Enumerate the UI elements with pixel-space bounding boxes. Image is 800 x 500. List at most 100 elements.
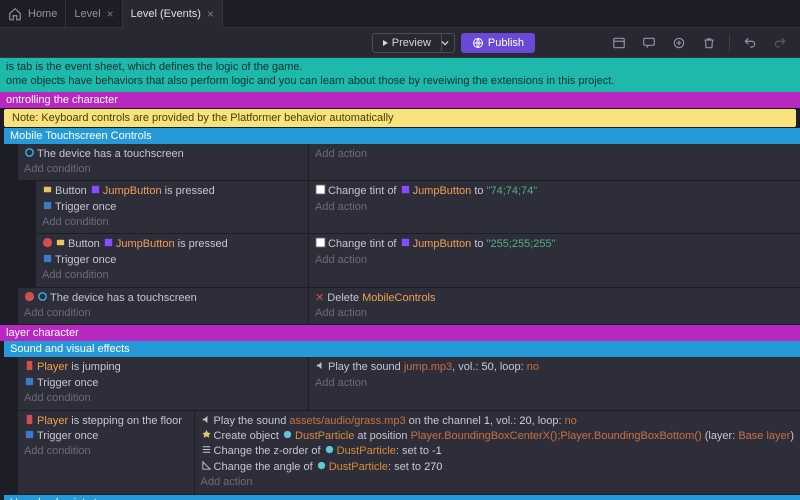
conditions: The device has a touchscreen Add conditi…: [18, 288, 308, 325]
z-icon: [201, 444, 212, 455]
play-icon: [383, 40, 388, 46]
action[interactable]: ✕ Delete MobileControls: [315, 291, 794, 306]
event-row[interactable]: Button JumpButton is pressed Trigger onc…: [36, 234, 800, 286]
condition[interactable]: Player is stepping on the floor: [24, 414, 188, 429]
globe-icon: [472, 37, 484, 49]
tab-level[interactable]: Level ×: [66, 0, 122, 28]
tab-level-events[interactable]: Level (Events) ×: [123, 0, 223, 28]
group-header[interactable]: layer character: [0, 325, 800, 341]
close-icon[interactable]: ×: [207, 7, 214, 21]
event-row[interactable]: Button JumpButton is pressed Trigger onc…: [36, 181, 800, 233]
preview-caret[interactable]: [436, 33, 455, 53]
add-action[interactable]: Add action: [315, 200, 794, 215]
add-action[interactable]: Add action: [315, 376, 794, 391]
sound-icon: [315, 360, 326, 371]
actions: Play the sound assets/audio/grass.mp3 on…: [194, 411, 800, 494]
actions: Play the sound jump.mp3, vol.: 50, loop:…: [308, 357, 800, 409]
undo-icon[interactable]: [738, 34, 762, 52]
tab-home[interactable]: Home: [0, 0, 66, 28]
comment-icon[interactable]: [637, 34, 661, 52]
redo-icon[interactable]: [768, 34, 792, 52]
sprite-icon: [103, 237, 114, 248]
invert-icon: [42, 237, 53, 248]
delete-icon[interactable]: [697, 34, 721, 52]
sprite-icon: [90, 184, 101, 195]
tab-label: Level (Events): [131, 8, 201, 20]
add-action[interactable]: Add action: [315, 253, 794, 268]
separator: [729, 34, 730, 52]
action[interactable]: Change tint of JumpButton to "255;255;25…: [315, 237, 794, 252]
trigger-icon: [42, 253, 53, 264]
conditions: Button JumpButton is pressed Trigger onc…: [36, 234, 308, 286]
add-action[interactable]: Add action: [201, 475, 794, 490]
tab-label: Level: [74, 8, 100, 20]
condition[interactable]: The device has a touchscreen: [24, 147, 302, 162]
trigger-icon: [42, 200, 53, 211]
event-sheet: is tab is the event sheet, which defines…: [0, 58, 800, 500]
condition[interactable]: Player is jumping: [24, 360, 302, 375]
action[interactable]: Change tint of JumpButton to "74;74;74": [315, 184, 794, 199]
add-condition[interactable]: Add condition: [24, 162, 302, 177]
action[interactable]: Change the z-order of DustParticle: set …: [201, 444, 794, 459]
condition[interactable]: Trigger once: [24, 376, 302, 391]
intro-line: is tab is the event sheet, which defines…: [6, 61, 794, 75]
group-header[interactable]: ontrolling the character: [0, 92, 800, 108]
sound-icon: [201, 414, 212, 425]
condition[interactable]: Button JumpButton is pressed: [42, 237, 302, 252]
angle-icon: [201, 460, 212, 471]
conditions: Player is stepping on the floor Trigger …: [18, 411, 194, 494]
condition[interactable]: The device has a touchscreen: [24, 291, 302, 306]
add-action[interactable]: Add action: [315, 147, 794, 162]
add-condition[interactable]: Add condition: [42, 268, 302, 283]
add-icon[interactable]: [667, 34, 691, 52]
add-condition[interactable]: Add condition: [42, 215, 302, 230]
conditions: Player is jumping Trigger once Add condi…: [18, 357, 308, 409]
publish-button[interactable]: Publish: [461, 33, 535, 53]
conditions: Button JumpButton is pressed Trigger onc…: [36, 181, 308, 233]
action[interactable]: Create object DustParticle at position P…: [201, 429, 794, 444]
button-label: Publish: [488, 37, 524, 49]
event-row[interactable]: Player is stepping on the floor Trigger …: [18, 411, 800, 494]
home-icon: [8, 7, 22, 21]
button-label: Preview: [392, 37, 431, 49]
touch-icon: [37, 291, 48, 302]
invert-icon: [24, 291, 35, 302]
intro-line: ome objects have behaviors that also per…: [6, 75, 794, 89]
section-header[interactable]: Sound and visual effects: [4, 341, 800, 357]
section-header[interactable]: Use checkpoints to save progress: [4, 495, 800, 500]
dust-icon: [316, 460, 327, 471]
preview-button[interactable]: Preview: [372, 33, 442, 53]
event-row[interactable]: The device has a touchscreen Add conditi…: [18, 288, 800, 325]
action[interactable]: Change the angle of DustParticle: set to…: [201, 460, 794, 475]
tint-icon: [315, 237, 326, 248]
player-icon: [24, 414, 35, 425]
sprite-icon: [400, 184, 411, 195]
event-row[interactable]: Player is jumping Trigger once Add condi…: [18, 357, 800, 409]
add-condition[interactable]: Add condition: [24, 391, 302, 406]
close-icon[interactable]: ×: [107, 7, 114, 21]
sprite-icon: [400, 237, 411, 248]
dust-icon: [324, 444, 335, 455]
condition[interactable]: Trigger once: [42, 253, 302, 268]
event-row[interactable]: The device has a touchscreen Add conditi…: [18, 144, 800, 181]
condition[interactable]: Trigger once: [42, 200, 302, 215]
tab-bar: Home Level × Level (Events) ×: [0, 0, 800, 28]
add-condition[interactable]: Add condition: [24, 306, 302, 321]
actions: Change tint of JumpButton to "255;255;25…: [308, 234, 800, 286]
action[interactable]: Play the sound jump.mp3, vol.: 50, loop:…: [315, 360, 794, 375]
add-action[interactable]: Add action: [315, 306, 794, 321]
section-header[interactable]: Mobile Touchscreen Controls: [4, 128, 800, 144]
trigger-icon: [24, 429, 35, 440]
button-icon: [55, 237, 66, 248]
create-icon: [201, 429, 212, 440]
tint-icon: [315, 184, 326, 195]
add-condition[interactable]: Add condition: [24, 444, 188, 459]
note: Note: Keyboard controls are provided by …: [4, 109, 796, 127]
toolbar: Preview Publish: [0, 28, 800, 58]
panel-icon[interactable]: [607, 34, 631, 52]
condition[interactable]: Button JumpButton is pressed: [42, 184, 302, 199]
touch-icon: [24, 147, 35, 158]
action[interactable]: Play the sound assets/audio/grass.mp3 on…: [201, 414, 794, 429]
trigger-icon: [24, 376, 35, 387]
condition[interactable]: Trigger once: [24, 429, 188, 444]
